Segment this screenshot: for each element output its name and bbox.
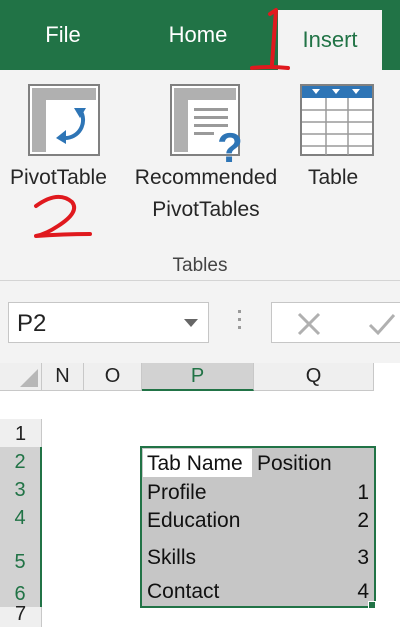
pivottable-button[interactable]: PivotTable — [4, 80, 124, 200]
formula-controls — [271, 302, 400, 343]
selected-range[interactable]: Tab Name Position Profile 1 Education 2 … — [140, 446, 376, 608]
tab-file[interactable]: File — [28, 0, 98, 70]
svg-text:?: ? — [217, 124, 243, 164]
column-header-n[interactable]: N — [42, 363, 84, 391]
pivottable-icon — [28, 84, 100, 156]
row-header-4[interactable]: 4 — [0, 503, 42, 531]
table-header-position[interactable]: Position — [257, 452, 332, 476]
ribbon-group-label-tables: Tables — [172, 255, 228, 276]
recommended-pivottables-icon: ? — [170, 84, 243, 164]
row-header-5[interactable]: 5 — [0, 531, 42, 575]
recommended-pivottables-button[interactable]: ? Recommended PivotTables — [126, 80, 288, 230]
table-cell-name[interactable]: Education — [147, 509, 240, 533]
enter-check-icon[interactable] — [368, 311, 396, 337]
recommended-label-line1: Recommended — [134, 166, 278, 189]
formula-bar-area: P2 — [0, 281, 400, 363]
ribbon-insert-panel: PivotTable ? Recommended PivotTables Tab… — [0, 70, 400, 280]
column-header-o[interactable]: O — [84, 363, 142, 391]
table-cell-position[interactable]: 1 — [357, 481, 369, 505]
table-cell-name[interactable]: Contact — [147, 580, 219, 604]
recommended-label-line2: PivotTables — [152, 198, 260, 221]
pivottable-label: PivotTable — [10, 166, 107, 189]
column-header-q[interactable]: Q — [254, 363, 374, 391]
annotation-step-1 — [250, 8, 290, 70]
drag-handle-icon[interactable] — [238, 310, 242, 334]
chevron-down-icon[interactable] — [184, 319, 198, 327]
column-header-p[interactable]: P — [142, 363, 254, 391]
table-label: Table — [308, 166, 359, 189]
table-header-tab-name[interactable]: Tab Name — [147, 452, 243, 476]
table-button[interactable]: Table — [296, 80, 378, 200]
row-header-2[interactable]: 2 — [0, 447, 42, 475]
fill-handle[interactable] — [368, 601, 376, 609]
ribbon-tab-bar: File Home Insert — [0, 0, 400, 70]
table-cell-position[interactable]: 3 — [357, 546, 369, 570]
select-all-corner[interactable] — [0, 363, 42, 391]
name-box[interactable]: P2 — [8, 302, 209, 343]
table-cell-name[interactable]: Profile — [147, 481, 207, 505]
row-header-7[interactable]: 7 — [0, 603, 42, 627]
table-cell-position[interactable]: 2 — [357, 509, 369, 533]
row-header-1[interactable]: 1 — [0, 419, 42, 447]
annotation-step-2 — [34, 194, 92, 238]
table-cell-name[interactable]: Skills — [147, 546, 196, 570]
row-header-3[interactable]: 3 — [0, 475, 42, 503]
tab-home[interactable]: Home — [150, 0, 246, 70]
name-box-value: P2 — [17, 310, 47, 337]
table-icon — [300, 84, 374, 156]
cancel-icon[interactable] — [296, 311, 322, 337]
worksheet-grid[interactable]: N O P Q 1 2 3 4 5 6 7 Tab Name Position … — [0, 363, 400, 627]
